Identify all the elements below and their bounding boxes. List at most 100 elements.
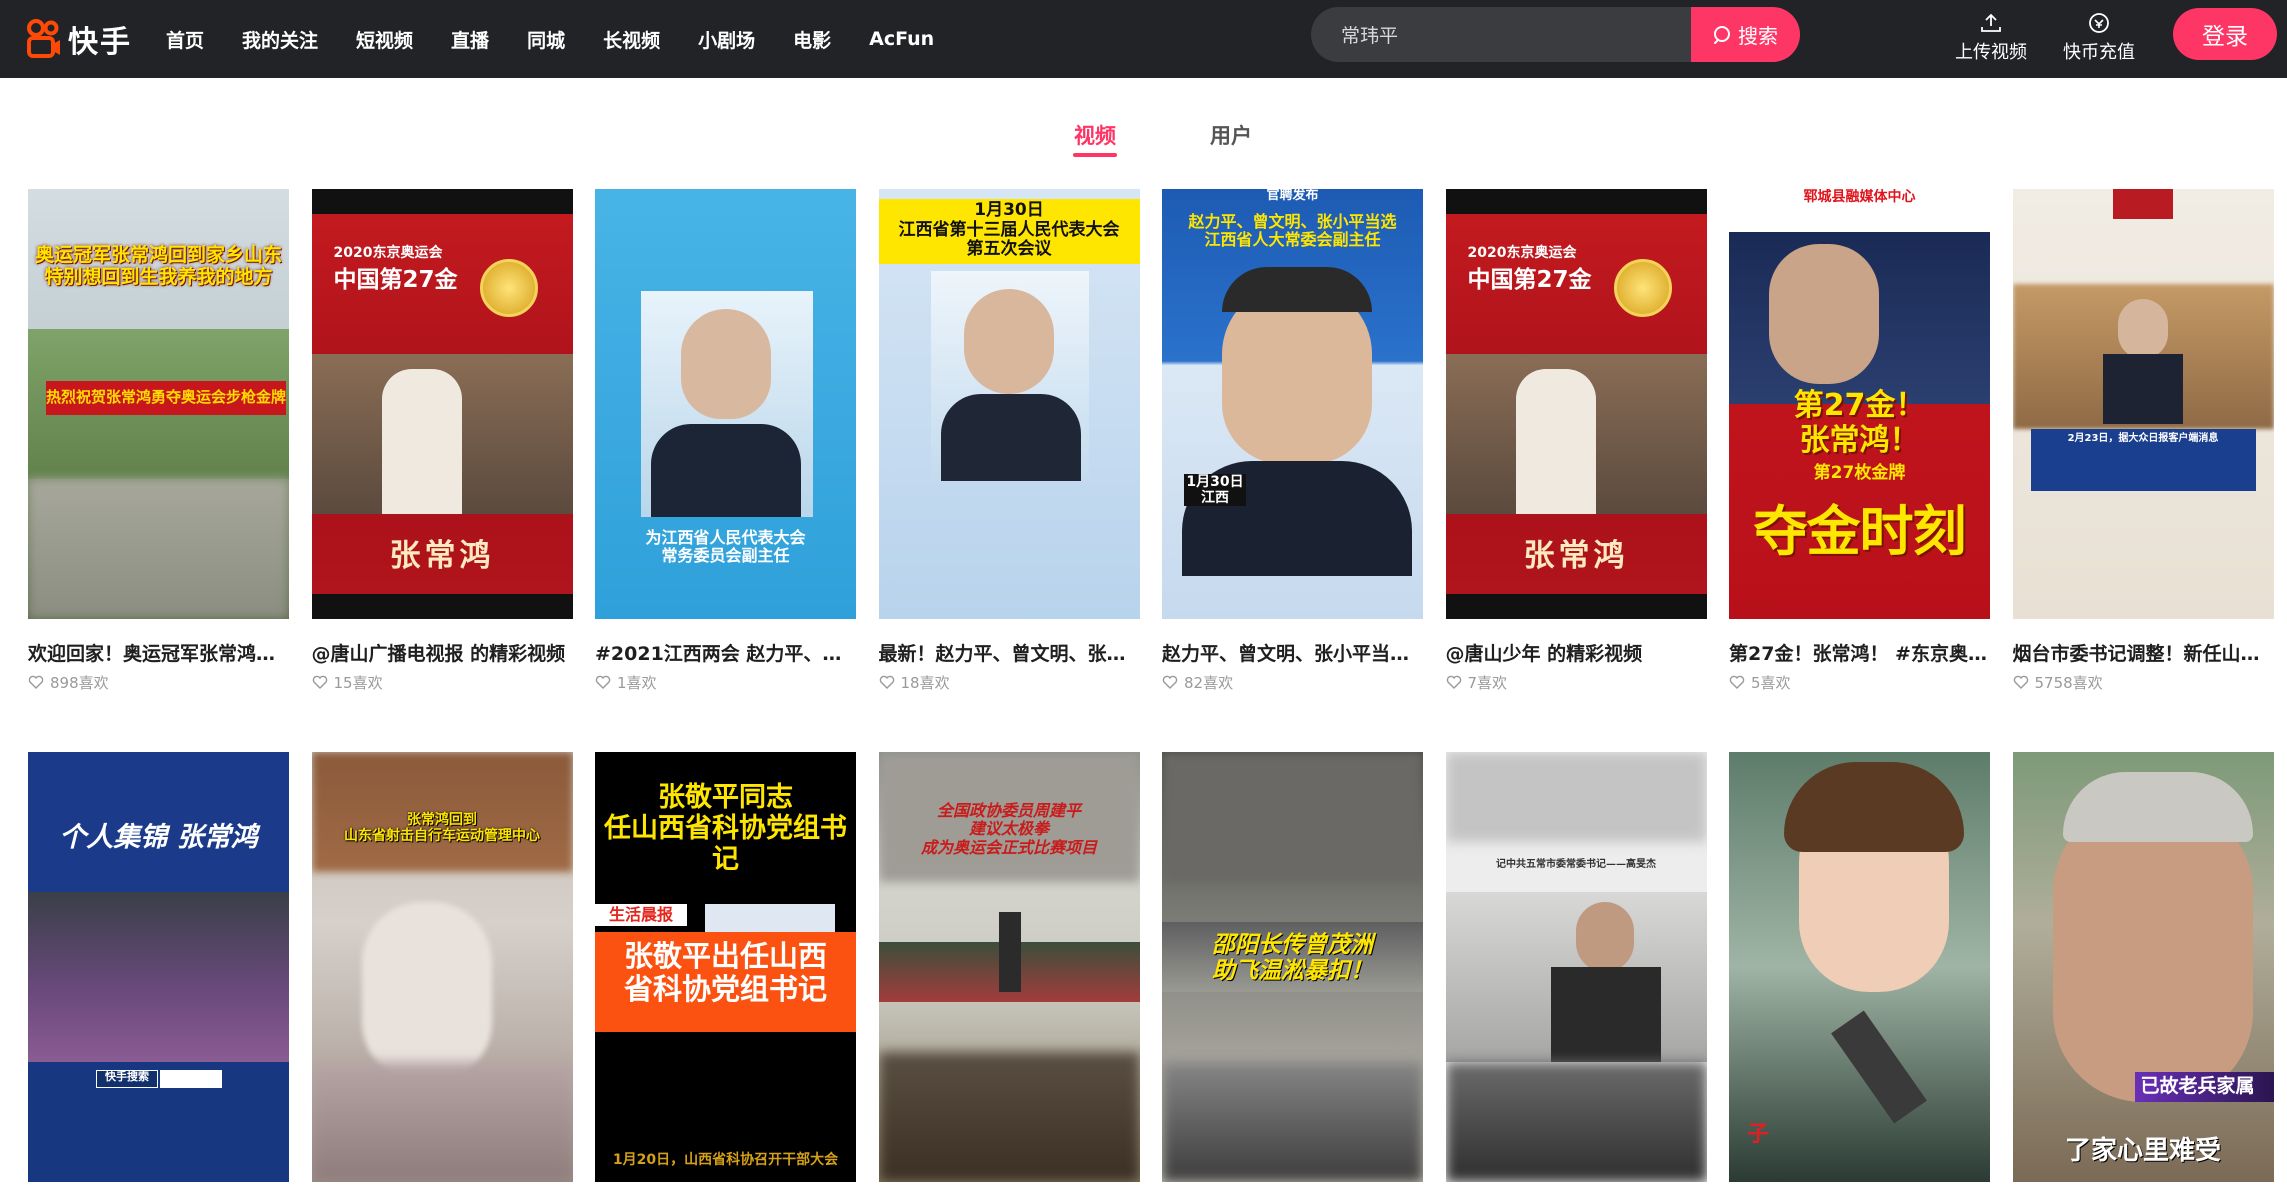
like-count-text: 18喜欢 bbox=[900, 673, 950, 692]
thumbnail-subtitle: 第27枚金牌 bbox=[1813, 463, 1906, 483]
video-thumbnail[interactable]: 个人集锦 张常鸿 快手搜索 bbox=[28, 752, 289, 1182]
video-thumbnail[interactable]: 奥运冠军张常鸿回到家乡山东 特别想回到生我养我的地方 热烈祝贺张常鸿勇夺奥运会步… bbox=[28, 189, 289, 619]
main-nav: 首页 我的关注 短视频 直播 同城 长视频 小剧场 电影 AcFun bbox=[166, 0, 972, 78]
like-count: 898喜欢 bbox=[28, 672, 289, 692]
video-card[interactable]: 奥运冠军张常鸿回到家乡山东 特别想回到生我养我的地方 热烈祝贺张常鸿勇夺奥运会步… bbox=[28, 189, 289, 752]
source-label: 郓城县融媒体中心 bbox=[1803, 189, 1916, 205]
video-card[interactable]: 子 bbox=[1729, 752, 1990, 1182]
like-count: 18喜欢 bbox=[879, 672, 1140, 692]
heart-icon bbox=[2013, 675, 2028, 689]
coin-icon bbox=[2089, 13, 2109, 33]
recharge-button[interactable]: 快币充值 bbox=[2063, 8, 2135, 68]
video-thumbnail[interactable]: 已故老兵家属 了家心里难受 bbox=[2012, 752, 2274, 1182]
video-card[interactable]: 2020东京奥运会 中国第27金 张常鸿 @唐山广播电视报 的精彩视频 15喜欢 bbox=[311, 189, 573, 752]
upload-icon bbox=[1981, 13, 2001, 32]
login-button[interactable]: 登录 bbox=[2173, 8, 2277, 60]
video-card[interactable]: 个人集锦 张常鸿 快手搜索 bbox=[28, 752, 289, 1182]
search-button[interactable]: 搜索 bbox=[1691, 7, 1800, 62]
tab-video[interactable]: 视频 bbox=[1040, 112, 1150, 162]
thumbnail-caption: 已故老兵家属 bbox=[2134, 1072, 2274, 1102]
thumbnail-caption: 为江西省人民代表大会 常务委员会副主任 bbox=[645, 528, 806, 566]
nav-short-video[interactable]: 短视频 bbox=[356, 26, 413, 53]
like-count: 7喜欢 bbox=[1446, 672, 1707, 692]
video-title[interactable]: @唐山广播电视报 的精彩视频 bbox=[312, 639, 573, 666]
like-count: 82喜欢 bbox=[1162, 672, 1423, 692]
thumbnail-caption: 2020东京奥运会 bbox=[333, 245, 443, 261]
video-card[interactable]: 官聘发布 赵力平、曾文明、张小平当选 江西省人大常委会副主任 1月30日 江西 … bbox=[1162, 189, 1423, 752]
thumbnail-footer: 1月20日，山西省科协召开干部大会 bbox=[612, 1152, 839, 1168]
thumbnail-caption: 记中共五常市委常委书记——高旻杰 bbox=[1496, 859, 1656, 870]
video-thumbnail[interactable]: 邵阳长传曾茂洲 助飞温淞暴扣！ bbox=[1162, 752, 1423, 1182]
search-box: 搜索 bbox=[1311, 7, 1800, 62]
thumbnail-caption: 赵力平、曾文明、张小平当选 江西省人大常委会副主任 bbox=[1188, 212, 1397, 250]
video-title[interactable]: 最新！赵力平、曾文明、张小平当选… bbox=[879, 639, 1140, 666]
video-title[interactable]: 烟台市委书记调整！新任山东… bbox=[2013, 639, 2274, 666]
video-thumbnail[interactable]: 2020东京奥运会 中国第27金 张常鸿 bbox=[1445, 189, 1707, 619]
thumbnail-caption: 1月30日 江西省第十三届人民代表大会 第五次会议 bbox=[878, 199, 1140, 264]
nav-mini-theater[interactable]: 小剧场 bbox=[698, 26, 755, 53]
nav-acfun[interactable]: AcFun bbox=[869, 28, 934, 50]
video-thumbnail[interactable]: 2月23日，据大众日报客户端消息 bbox=[2012, 189, 2274, 619]
video-card[interactable]: 1月30日 江西省第十三届人民代表大会 第五次会议 最新！赵力平、曾文明、张小平… bbox=[878, 189, 1140, 752]
top-bar: 快手 首页 我的关注 短视频 直播 同城 长视频 小剧场 电影 AcFun 搜索… bbox=[0, 0, 2287, 78]
like-count: 15喜欢 bbox=[312, 672, 573, 692]
like-count-text: 7喜欢 bbox=[1467, 673, 1508, 692]
heart-icon bbox=[879, 675, 894, 689]
video-card[interactable]: 全国政协委员周建平 建议太极拳 成为奥运会正式比赛项目 bbox=[878, 752, 1140, 1182]
like-count: 5喜欢 bbox=[1729, 672, 1990, 692]
video-thumbnail[interactable]: 子 bbox=[1729, 752, 1990, 1182]
video-thumbnail[interactable]: 郓城县融媒体中心 第27金！ 张常鸿！ 第27枚金牌 夺金时刻 bbox=[1729, 189, 1990, 619]
video-thumbnail[interactable]: 官聘发布 赵力平、曾文明、张小平当选 江西省人大常委会副主任 1月30日 江西 bbox=[1162, 189, 1423, 619]
video-thumbnail[interactable]: 张常鸿回到 山东省射击自行车运动管理中心 bbox=[311, 752, 573, 1182]
video-thumbnail[interactable]: 为江西省人民代表大会 常务委员会副主任 bbox=[595, 189, 856, 619]
recharge-label: 快币充值 bbox=[2063, 42, 2135, 63]
nav-local[interactable]: 同城 bbox=[527, 26, 565, 53]
thumbnail-caption: 第27金！ 张常鸿！ bbox=[1793, 388, 1926, 458]
nav-live[interactable]: 直播 bbox=[451, 26, 489, 53]
thumbnail-caption: 奥运冠军张常鸿回到家乡山东 特别想回到生我养我的地方 bbox=[34, 244, 282, 288]
thumbnail-caption: 2月23日，据大众日报客户端消息 bbox=[2030, 429, 2256, 491]
search-button-label: 搜索 bbox=[1738, 24, 1778, 48]
video-thumbnail[interactable]: 记中共五常市委常委书记——高旻杰 bbox=[1445, 752, 1707, 1182]
thumbnail-caption: 2020东京奥运会 bbox=[1467, 245, 1577, 261]
video-card[interactable]: 邵阳长传曾茂洲 助飞温淞暴扣！ bbox=[1162, 752, 1423, 1182]
nav-home[interactable]: 首页 bbox=[166, 26, 204, 53]
thumbnail-subtitle: 中国第27金 bbox=[1467, 267, 1592, 293]
video-title[interactable]: 赵力平、曾文明、张小平当选江西省… bbox=[1162, 639, 1423, 666]
video-thumbnail[interactable]: 1月30日 江西省第十三届人民代表大会 第五次会议 bbox=[878, 189, 1140, 619]
video-card[interactable]: 已故老兵家属 了家心里难受 bbox=[2012, 752, 2274, 1182]
like-count-text: 82喜欢 bbox=[1184, 673, 1234, 692]
video-title[interactable]: @唐山少年 的精彩视频 bbox=[1446, 639, 1707, 666]
video-thumbnail[interactable]: 2020东京奥运会 中国第27金 张常鸿 bbox=[311, 189, 573, 619]
heart-icon bbox=[1162, 675, 1178, 689]
nav-movie[interactable]: 电影 bbox=[793, 26, 831, 53]
nav-long-video[interactable]: 长视频 bbox=[603, 26, 660, 53]
video-card[interactable]: 记中共五常市委常委书记——高旻杰 bbox=[1445, 752, 1707, 1182]
search-icon bbox=[1714, 25, 1730, 44]
video-card[interactable]: 2月23日，据大众日报客户端消息 烟台市委书记调整！新任山东… 5758喜欢 bbox=[2012, 189, 2274, 752]
like-count-text: 15喜欢 bbox=[333, 673, 383, 692]
video-card[interactable]: 张敬平同志 任山西省科协党组书记 生活晨报 张敬平出任山西 省科协党组书记 1月… bbox=[595, 752, 856, 1182]
video-grid: 奥运冠军张常鸿回到家乡山东 特别想回到生我养我的地方 热烈祝贺张常鸿勇夺奥运会步… bbox=[28, 189, 2278, 1182]
video-title[interactable]: #2021江西两会 赵力平、曾文明、张小平… bbox=[595, 639, 856, 666]
video-thumbnail[interactable]: 全国政协委员周建平 建议太极拳 成为奥运会正式比赛项目 bbox=[878, 752, 1140, 1182]
date-label: 1月30日 江西 bbox=[1184, 474, 1246, 507]
video-title[interactable]: 第27金！张常鸿！ #东京奥运会… bbox=[1729, 639, 1990, 666]
video-title[interactable]: 欢迎回家！奥运冠军张常鸿回到家乡山东… bbox=[28, 639, 289, 666]
upload-video-button[interactable]: 上传视频 bbox=[1955, 8, 2027, 68]
video-thumbnail[interactable]: 张敬平同志 任山西省科协党组书记 生活晨报 张敬平出任山西 省科协党组书记 1月… bbox=[595, 752, 856, 1182]
kuaishou-logo[interactable]: 快手 bbox=[26, 14, 132, 64]
video-card[interactable]: 张常鸿回到 山东省射击自行车运动管理中心 bbox=[311, 752, 573, 1182]
search-input[interactable] bbox=[1311, 7, 1691, 62]
like-count-text: 5758喜欢 bbox=[2034, 673, 2103, 692]
video-card[interactable]: 2020东京奥运会 中国第27金 张常鸿 @唐山少年 的精彩视频 7喜欢 bbox=[1445, 189, 1707, 752]
thumbnail-caption: 全国政协委员周建平 建议太极拳 成为奥运会正式比赛项目 bbox=[920, 801, 1097, 857]
kuaishou-logo-icon bbox=[27, 19, 60, 58]
video-card[interactable]: 为江西省人民代表大会 常务委员会副主任 #2021江西两会 赵力平、曾文明、张小… bbox=[595, 189, 856, 752]
heart-icon bbox=[28, 675, 44, 689]
tab-user[interactable]: 用户 bbox=[1176, 112, 1286, 162]
video-card[interactable]: 郓城县融媒体中心 第27金！ 张常鸿！ 第27枚金牌 夺金时刻 第27金！张常鸿… bbox=[1729, 189, 1990, 752]
thumbnail-caption: 子 bbox=[1747, 1122, 1770, 1147]
thumbnail-subtitle: 中国第27金 bbox=[333, 267, 458, 293]
nav-following[interactable]: 我的关注 bbox=[242, 26, 318, 53]
